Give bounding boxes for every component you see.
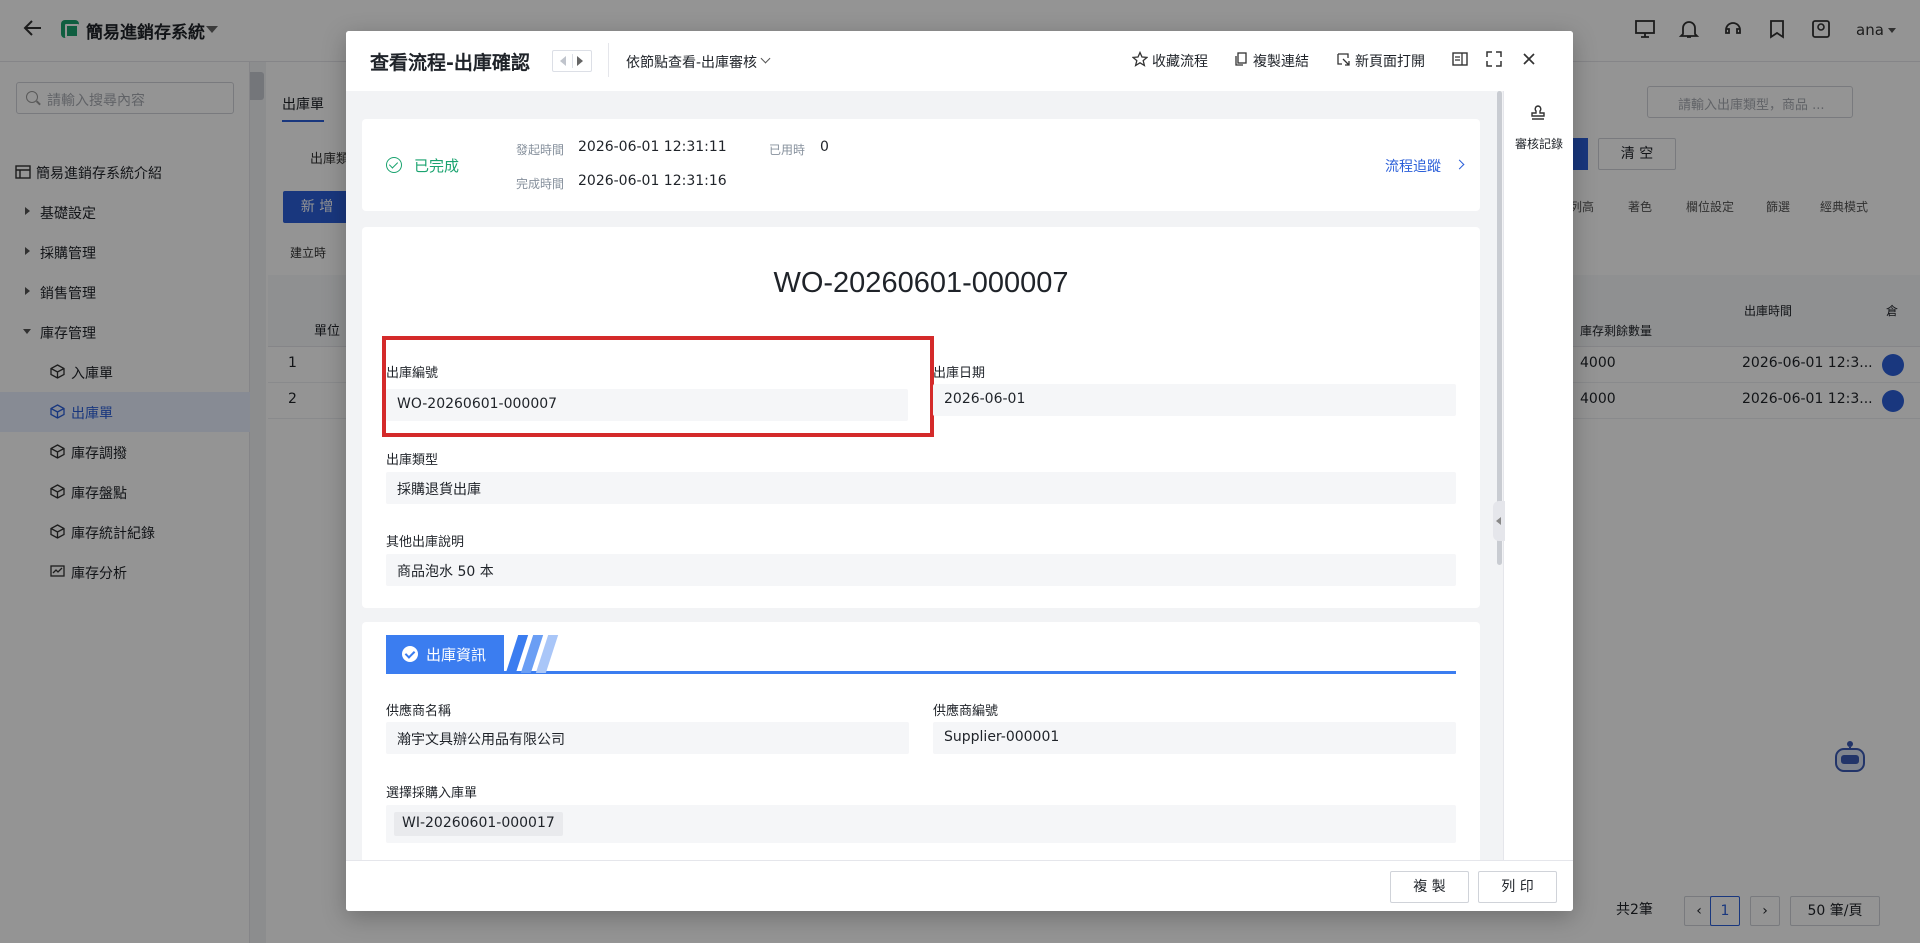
copy-button[interactable]: 複 製	[1390, 871, 1469, 903]
audit-record-label[interactable]: 審核記錄	[1515, 135, 1563, 152]
star-icon	[1132, 51, 1148, 67]
modal-footer: 複 製 列 印	[346, 860, 1573, 911]
purchase-inbound-tag[interactable]: WI-20260601-000017	[394, 812, 563, 836]
out-date-label: 出庫日期	[933, 366, 986, 381]
note-label: 其他出庫說明	[386, 535, 465, 550]
section-underline	[386, 671, 1456, 674]
out-date-field: 2026-06-01	[933, 384, 1456, 416]
node-view-dropdown[interactable]: 依節點查看-出庫審核	[626, 52, 757, 72]
end-time-label: 完成時間	[516, 177, 565, 191]
open-new-page-button[interactable]: 新頁面打開	[1337, 51, 1425, 71]
modal-body: 已完成 發起時間 2026-06-01 12:31:11 已用時 0 完成時間 …	[346, 91, 1503, 891]
favorite-label: 收藏流程	[1152, 54, 1208, 70]
status-card: 已完成 發起時間 2026-06-01 12:31:11 已用時 0 完成時間 …	[362, 119, 1480, 211]
modal-header: 查看流程-出庫確認 依節點查看-出庫審核 收藏流程 複製連結 新頁面打開	[346, 31, 1573, 91]
copy-link-label: 複製連結	[1253, 54, 1309, 70]
supplier-no-field: Supplier-000001	[933, 722, 1456, 754]
modal-title: 查看流程-出庫確認	[370, 52, 530, 74]
section-header: 出庫資訊	[386, 635, 1456, 674]
nav-divider	[572, 54, 573, 68]
elapsed-label: 已用時	[769, 143, 806, 157]
section-title: 出庫資訊	[426, 646, 487, 664]
open-new-label: 新頁面打開	[1355, 54, 1425, 70]
side-panel-icon[interactable]	[1450, 49, 1470, 69]
open-external-icon	[1337, 53, 1350, 66]
supplier-name-label: 供應商名稱	[386, 704, 452, 719]
highlight-box	[382, 336, 934, 437]
purchase-inbound-label: 選擇採購入庫單	[386, 786, 478, 801]
copy-icon	[1235, 52, 1247, 66]
process-view-modal: 查看流程-出庫確認 依節點查看-出庫審核 收藏流程 複製連結 新頁面打開 已完成	[346, 31, 1573, 911]
out-no-field: WO-20260601-000007	[386, 389, 908, 421]
check-circle-icon	[402, 646, 418, 662]
process-trace-link[interactable]: 流程追蹤	[1385, 156, 1441, 176]
right-panel: 審核記錄	[1503, 91, 1573, 891]
chevron-right-icon[interactable]	[1454, 159, 1465, 170]
favorite-process-button[interactable]: 收藏流程	[1132, 51, 1208, 71]
purchase-inbound-field: WI-20260601-000017	[386, 805, 1456, 843]
panel-collapse-handle[interactable]	[1493, 501, 1505, 541]
print-button[interactable]: 列 印	[1478, 871, 1557, 903]
note-field: 商品泡水 50 本	[386, 554, 1456, 586]
document-card: WO-20260601-000007 出庫編號 WO-20260601-0000…	[362, 227, 1480, 608]
scrollbar-thumb[interactable]	[1497, 91, 1502, 565]
document-title: WO-20260601-000007	[773, 267, 1069, 299]
supplier-no-label: 供應商編號	[933, 704, 999, 719]
out-type-field: 採購退貨出庫	[386, 472, 1456, 504]
end-time-value: 2026-06-01 12:31:16	[578, 173, 727, 189]
copy-link-button[interactable]: 複製連結	[1235, 51, 1309, 71]
header-divider	[608, 43, 609, 77]
chevron-down-icon[interactable]	[760, 53, 771, 64]
process-status: 已完成	[414, 157, 460, 175]
previous-record-icon[interactable]	[560, 56, 566, 66]
start-time-label: 發起時間	[516, 143, 565, 157]
outbound-info-card: 出庫資訊 供應商名稱 瀚宇文具辦公用品有限公司 供應商編號 Supplier-0…	[362, 622, 1480, 891]
fullscreen-icon[interactable]	[1484, 49, 1504, 69]
record-navigation	[552, 50, 592, 72]
close-icon[interactable]	[1519, 49, 1539, 69]
supplier-name-field: 瀚宇文具辦公用品有限公司	[386, 722, 909, 754]
next-record-icon[interactable]	[577, 56, 583, 66]
stamp-icon[interactable]	[1528, 103, 1548, 123]
out-type-label: 出庫類型	[386, 453, 439, 468]
check-circle-icon	[386, 157, 402, 173]
out-no-label: 出庫編號	[386, 366, 439, 381]
elapsed-value: 0	[820, 139, 829, 155]
start-time-value: 2026-06-01 12:31:11	[578, 139, 727, 155]
